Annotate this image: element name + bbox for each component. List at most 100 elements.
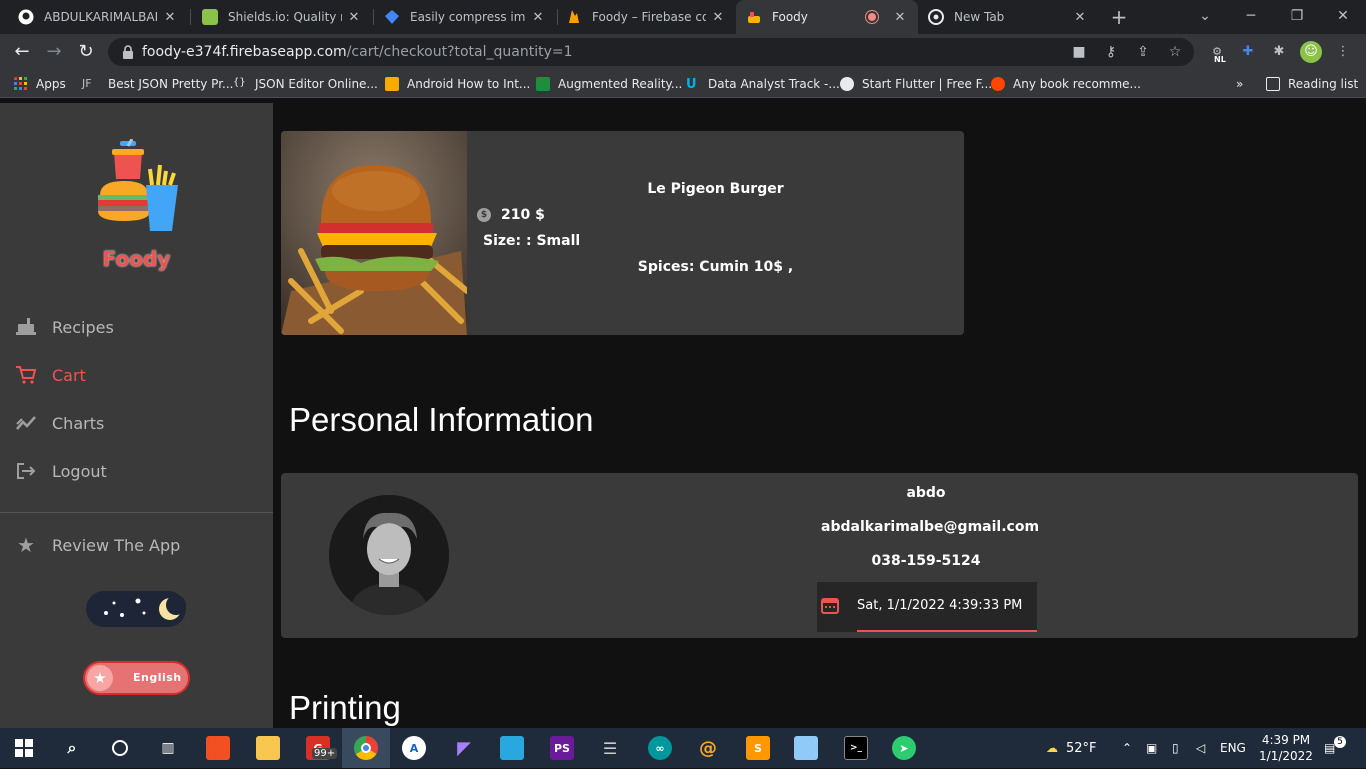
bookmark-ar[interactable]: Augmented Reality...: [536, 75, 682, 93]
weather-widget[interactable]: ☁ 52°F: [1046, 728, 1097, 768]
star-icon: ★: [87, 665, 113, 691]
github-icon: [18, 9, 34, 25]
tab-new-tab[interactable]: New Tab ✕: [918, 0, 1098, 34]
back-button[interactable]: ←: [10, 40, 34, 64]
address-bar[interactable]: foody-e374f.firebaseapp.com/cart/checkou…: [108, 38, 1194, 66]
bookmark-json-pretty[interactable]: JF Best JSON Pretty Pr...: [82, 75, 233, 93]
key-icon[interactable]: ⚷: [1102, 43, 1120, 61]
forward-button[interactable]: →: [42, 40, 66, 64]
notification-badge: 99+: [312, 748, 338, 759]
extension-nl-icon[interactable]: ⚙ NL: [1206, 41, 1228, 64]
sublime-icon[interactable]: S: [746, 736, 770, 760]
nav-review-app[interactable]: ★ Review The App: [16, 531, 180, 559]
cart-item-spices: Spices: Cumin 10$ ,: [637, 259, 794, 275]
foody-logo-icon: [98, 139, 178, 231]
bookmarks-bar: Apps JF Best JSON Pretty Pr... {} JSON E…: [0, 70, 1366, 98]
tray-overflow-icon[interactable]: ⌃: [1122, 728, 1132, 768]
close-tab-icon[interactable]: ✕: [162, 10, 178, 25]
tab-shields[interactable]: Shields.io: Quality met ✕: [192, 0, 372, 34]
visual-studio-icon[interactable]: ◤: [452, 736, 476, 760]
notes-icon[interactable]: [794, 736, 818, 760]
foody-app: Foody Recipes Cart Charts Logout ★ Revie…: [0, 103, 1366, 728]
night-stars-icon: [104, 595, 186, 620]
close-tab-icon[interactable]: ✕: [530, 10, 546, 25]
tab-compress[interactable]: Easily compress image ✕: [374, 0, 556, 34]
clock[interactable]: 4:39 PM 1/1/2022: [1258, 728, 1314, 768]
close-window-button[interactable]: ✕: [1320, 0, 1366, 34]
brand-name: Foody: [102, 247, 171, 271]
nav-charts[interactable]: Charts: [16, 409, 104, 437]
file-explorer-icon[interactable]: [256, 736, 280, 760]
input-language[interactable]: ENG: [1220, 728, 1246, 768]
nav-recipes[interactable]: Recipes: [16, 313, 114, 341]
app-a-icon[interactable]: A: [402, 736, 426, 760]
chrome-icon: [928, 9, 944, 25]
tab-firebase[interactable]: Foody – Firebase cons ✕: [556, 0, 736, 34]
personal-info-card: abdo abdalkarimalbe@gmail.com 038-159-51…: [281, 473, 1358, 638]
volume-icon[interactable]: ◁: [1196, 728, 1205, 768]
chrome-taskbar-icon[interactable]: [354, 736, 378, 760]
tool-icon[interactable]: [500, 736, 524, 760]
close-tab-icon[interactable]: ✕: [346, 10, 362, 25]
spiral-app-icon[interactable]: @: [696, 736, 720, 760]
firebase-icon: [569, 10, 579, 23]
camera-icon[interactable]: ■: [1070, 43, 1088, 61]
battery-icon[interactable]: ▯: [1172, 728, 1179, 768]
nav-logout[interactable]: Logout: [16, 457, 107, 485]
minimize-button[interactable]: ─: [1228, 0, 1274, 34]
search-icon[interactable]: ⌕: [60, 736, 84, 760]
bookmarks-overflow[interactable]: »: [1236, 75, 1243, 93]
tab-search-icon[interactable]: ⌄: [1182, 0, 1228, 34]
task-view-icon[interactable]: ▥: [156, 736, 180, 760]
shields-icon: [202, 9, 218, 25]
bookmark-udacity[interactable]: U Data Analyst Track -...: [686, 75, 840, 93]
browser-menu-icon[interactable]: ⋮: [1332, 41, 1354, 63]
sidebar-divider: [0, 512, 273, 513]
arduino-icon[interactable]: ∞: [648, 736, 672, 760]
cortana-icon[interactable]: [108, 736, 132, 760]
printing-heading: Printing: [289, 689, 401, 726]
calendar-icon: [821, 598, 839, 614]
database-icon[interactable]: ☰: [598, 736, 622, 760]
bookmark-apps[interactable]: Apps: [14, 75, 66, 93]
language-toggle[interactable]: ★ English: [83, 661, 190, 695]
tray-meet-icon[interactable]: ▣: [1146, 728, 1157, 768]
restore-button[interactable]: ❐: [1274, 0, 1320, 34]
close-tab-icon[interactable]: ✕: [1072, 10, 1088, 25]
datetime-underline: [857, 630, 1037, 632]
logout-icon: [16, 461, 36, 481]
extension-blue-icon[interactable]: ✚: [1237, 41, 1259, 63]
compress-icon: [385, 10, 399, 24]
windows-start-icon[interactable]: [12, 736, 36, 760]
share-icon[interactable]: ⇪: [1134, 43, 1152, 61]
new-tab-button[interactable]: +: [1108, 6, 1130, 28]
tab-github[interactable]: ABDULKARIMALBAIK/ ✕: [8, 0, 188, 34]
apps-grid-icon: [14, 77, 27, 90]
theme-toggle[interactable]: [86, 591, 186, 627]
tab-strip: ABDULKARIMALBAIK/ ✕ Shields.io: Quality …: [0, 0, 1366, 34]
charts-icon: [16, 413, 36, 433]
bookmark-flutter[interactable]: Start Flutter | Free F...: [840, 75, 992, 93]
phpstorm-icon[interactable]: PS: [550, 736, 574, 760]
store-icon[interactable]: [206, 736, 230, 760]
terminal-icon[interactable]: >_: [844, 736, 868, 760]
extensions-puzzle-icon[interactable]: ✱: [1268, 41, 1290, 63]
bookmark-star-icon[interactable]: ☆: [1166, 43, 1184, 61]
close-tab-icon[interactable]: ✕: [892, 10, 908, 25]
bookmark-json-editor[interactable]: {} JSON Editor Online...: [233, 75, 378, 93]
tab-foody[interactable]: Foody ✕: [736, 0, 918, 34]
reload-button[interactable]: ↻: [74, 40, 98, 64]
action-center-icon[interactable]: ▤ 5: [1324, 728, 1346, 768]
dollar-coin-icon: $: [477, 208, 491, 222]
telegram-icon[interactable]: ➤: [892, 736, 916, 760]
close-tab-icon[interactable]: ✕: [710, 10, 726, 25]
profile-avatar-icon[interactable]: ☺: [1300, 41, 1322, 63]
android-icon: [385, 77, 399, 91]
bookmark-reddit[interactable]: Any book recomme...: [991, 75, 1141, 93]
nav-cart[interactable]: Cart: [16, 361, 86, 389]
reading-list-button[interactable]: Reading list: [1266, 75, 1358, 93]
bookmark-android[interactable]: Android How to Int...: [385, 75, 530, 93]
order-datetime-field[interactable]: Sat, 1/1/2022 4:39:33 PM: [817, 582, 1037, 632]
braces-icon: {}: [233, 77, 246, 88]
cart-icon: [16, 365, 36, 385]
